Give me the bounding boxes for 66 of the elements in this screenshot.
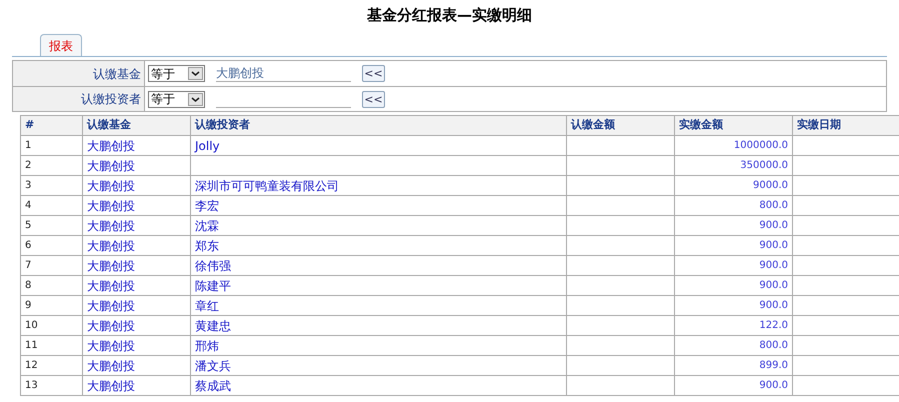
table-cell: 11	[21, 336, 83, 356]
column-header: 实缴金额	[675, 116, 793, 136]
collapse-button[interactable]: <<	[362, 65, 385, 82]
column-header: 实缴日期	[793, 116, 899, 136]
table-cell: 900.0	[675, 256, 793, 276]
collapse-button[interactable]: <<	[362, 90, 385, 108]
filter-value-field[interactable]: 大鹏创投	[216, 65, 351, 82]
table-cell: 深圳市可可鸭童装有限公司	[191, 176, 567, 196]
table-cell: 大鹏创投	[83, 376, 191, 396]
table-cell: 900.0	[675, 276, 793, 296]
report-title: 基金分红报表—实缴明细	[367, 4, 532, 26]
table-cell: 陈建平	[191, 276, 567, 296]
column-header: 认缴金额	[567, 116, 675, 136]
table-cell: 5	[21, 216, 83, 236]
table-cell: 大鹏创投	[83, 216, 191, 236]
table-cell: 3	[21, 176, 83, 196]
table-cell: 大鹏创投	[83, 296, 191, 316]
table-cell: 900.0	[675, 376, 793, 396]
table-cell: 大鹏创投	[83, 136, 191, 156]
table-cell: 大鹏创投	[83, 176, 191, 196]
table-cell: 10	[21, 316, 83, 336]
table-cell: 800.0	[675, 336, 793, 356]
filter-label: 认缴基金	[93, 66, 141, 82]
table-cell: 12	[21, 356, 83, 376]
report-tab[interactable]: 报表	[40, 34, 82, 56]
table-cell: 13	[21, 376, 83, 396]
table-cell: 9000.0	[675, 176, 793, 196]
table-cell: 沈霖	[191, 216, 567, 236]
table-cell: 章红	[191, 296, 567, 316]
table-cell: 大鹏创投	[83, 196, 191, 216]
table-cell: 李宏	[191, 196, 567, 216]
table-cell: 蔡成武	[191, 376, 567, 396]
table-cell: 9	[21, 296, 83, 316]
table-cell: 8	[21, 276, 83, 296]
table-cell: 900.0	[675, 296, 793, 316]
table-cell: 1	[21, 136, 83, 156]
table-cell: 7	[21, 256, 83, 276]
table-cell: 大鹏创投	[83, 336, 191, 356]
operator-select[interactable]: 等于	[148, 90, 205, 108]
table-cell: 郑东	[191, 236, 567, 256]
table-cell: 6	[21, 236, 83, 256]
table-cell: 大鹏创投	[83, 316, 191, 336]
table-cell: 徐伟强	[191, 256, 567, 276]
filter-label: 认缴投资者	[81, 91, 141, 108]
table-cell: 900.0	[675, 236, 793, 256]
table-cell: Jolly	[191, 136, 567, 156]
operator-select[interactable]: 等于	[148, 65, 205, 82]
table-cell: 350000.0	[675, 156, 793, 176]
table-cell: 大鹏创投	[83, 356, 191, 376]
table-cell: 2	[21, 156, 83, 176]
table-cell: 122.0	[675, 316, 793, 336]
table-cell: 大鹏创投	[83, 236, 191, 256]
table-cell: 大鹏创投	[83, 276, 191, 296]
table-cell: 黄建忠	[191, 316, 567, 336]
table-cell: 邢炜	[191, 336, 567, 356]
table-cell: 1000000.0	[675, 136, 793, 156]
table-cell: 899.0	[675, 356, 793, 376]
column-header: #	[21, 116, 83, 136]
column-header: 认缴投资者	[191, 116, 567, 136]
table-cell: 4	[21, 196, 83, 216]
table-cell: 大鹏创投	[83, 256, 191, 276]
table-cell: 900.0	[675, 216, 793, 236]
column-header: 认缴基金	[83, 116, 191, 136]
table-cell: 大鹏创投	[83, 156, 191, 176]
table-cell: 潘文兵	[191, 356, 567, 376]
table-cell: 800.0	[675, 196, 793, 216]
